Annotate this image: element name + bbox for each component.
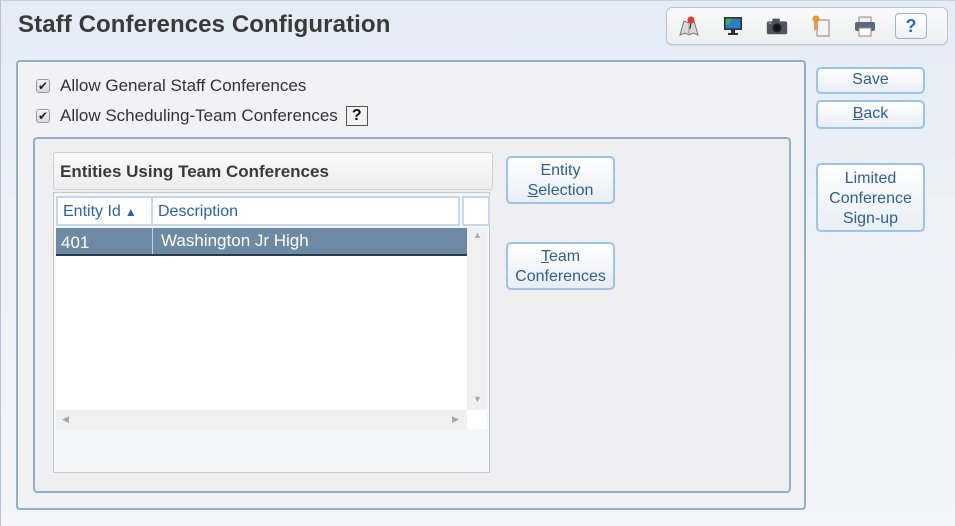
page-title: Staff Conferences Configuration — [18, 11, 391, 38]
column-label: Description — [158, 203, 239, 220]
table-row[interactable]: 401 Washington Jr High — [56, 228, 467, 256]
scroll-down-icon[interactable]: ▼ — [473, 394, 482, 404]
save-button[interactable]: Save — [816, 67, 925, 94]
grid-column-headers: Entity Id ▲ Description — [56, 196, 490, 226]
button-label: Team — [540, 248, 581, 265]
scroll-right-icon[interactable]: ▶ — [452, 414, 459, 425]
back-button[interactable]: Back — [816, 100, 925, 129]
button-label-accel: B — [852, 105, 864, 122]
allow-general-staff-label: Allow General Staff Conferences — [60, 76, 307, 95]
button-label: Conferences — [515, 268, 606, 285]
allow-scheduling-team-checkbox[interactable]: ✔ — [36, 109, 50, 123]
scroll-up-icon[interactable]: ▲ — [473, 230, 482, 240]
button-label: Conference — [829, 190, 912, 207]
limited-conference-signup-button[interactable]: Limited Conference Sign-up — [816, 163, 925, 232]
toolbar: ? — [666, 7, 948, 45]
help-icon[interactable]: ? — [895, 13, 927, 39]
grid-body: 401 Washington Jr High — [56, 228, 467, 410]
allow-general-staff-checkbox[interactable]: ✔ — [36, 79, 50, 93]
button-label: Selection — [527, 182, 594, 199]
cell-description: Washington Jr High — [161, 231, 309, 250]
vertical-scrollbar[interactable]: ▲ ▼ — [467, 228, 487, 410]
column-label: Entity Id — [63, 203, 121, 220]
button-label: ack — [863, 105, 889, 122]
page: Staff Conferences Configuration ? ✔ Allo… — [0, 0, 955, 526]
team-conferences-button[interactable]: Team Conferences — [506, 242, 615, 290]
button-label: Sign-up — [842, 210, 899, 227]
scrollbar-corner — [467, 410, 487, 429]
help-icon[interactable]: ? — [345, 106, 368, 126]
grid-title: Entities Using Team Conferences — [53, 152, 493, 190]
copy-document-icon[interactable] — [809, 14, 833, 38]
horizontal-scrollbar[interactable]: ◀ ▶ — [56, 410, 467, 429]
column-header-description[interactable]: Description — [153, 196, 460, 226]
sort-ascending-icon: ▲ — [124, 205, 137, 219]
map-pin-icon[interactable] — [677, 14, 701, 38]
configuration-panel: ✔ Allow General Staff Conferences ✔ Allo… — [16, 60, 806, 510]
monitor-icon[interactable] — [721, 14, 745, 38]
entity-selection-button[interactable]: Entity Selection — [506, 156, 615, 204]
printer-icon[interactable] — [853, 14, 877, 38]
button-label: Limited — [844, 170, 897, 187]
column-header-entity-id[interactable]: Entity Id ▲ — [56, 196, 153, 226]
camera-icon[interactable] — [765, 14, 789, 38]
button-label: Entity — [540, 162, 581, 179]
allow-scheduling-team-label: Allow Scheduling-Team Conferences — [60, 106, 338, 125]
allow-general-staff-option[interactable]: ✔ Allow General Staff Conferences — [36, 76, 306, 96]
cell-entity-id: 401 — [56, 228, 153, 254]
scroll-left-icon[interactable]: ◀ — [62, 414, 69, 425]
allow-scheduling-team-option[interactable]: ✔ Allow Scheduling-Team Conferences ? — [36, 106, 368, 126]
column-chooser[interactable] — [462, 196, 490, 226]
entities-grid: Entity Id ▲ Description 401 Washington Jr… — [53, 192, 490, 473]
team-conferences-panel: Entities Using Team Conferences Entity I… — [33, 137, 791, 493]
